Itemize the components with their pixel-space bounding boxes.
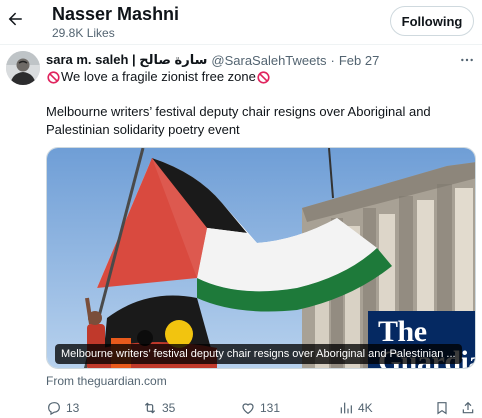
profile-header: Nasser Mashni 29.8K Likes Following [0, 0, 482, 44]
back-arrow-icon [8, 12, 22, 26]
more-button[interactable] [458, 51, 476, 69]
retweet-count: 35 [162, 401, 176, 415]
like-button[interactable]: 131 [240, 399, 280, 417]
author-handle[interactable]: @SaraSalehTweets [211, 53, 326, 68]
following-button[interactable]: Following [390, 6, 474, 36]
bookmark-icon [437, 402, 447, 415]
profile-name: Nasser Mashni [52, 4, 180, 24]
card-caption: Melbourne writers’ festival deputy chair… [55, 344, 462, 364]
retweet-button[interactable]: 35 [142, 399, 175, 417]
no-entry-icon [47, 70, 60, 84]
no-entry-icon [257, 70, 270, 84]
retweet-icon [144, 402, 156, 414]
bookmark-button[interactable] [434, 399, 454, 417]
reply-icon [48, 402, 60, 416]
reply-count: 13 [66, 401, 80, 415]
tweet-first-line-text: We love a fragile zionist free zone [61, 69, 256, 84]
meta-separator: · [330, 52, 335, 68]
views-count: 4K [358, 401, 373, 415]
views-icon [340, 402, 352, 414]
header-divider [0, 44, 482, 45]
avatar[interactable] [6, 51, 40, 85]
guardian-logo-word: The [378, 315, 427, 348]
likes-count: 29.8K Likes [52, 26, 115, 40]
tweet-date[interactable]: Feb 27 [339, 53, 379, 68]
link-card[interactable]: TheGuardian Melbourne writers’ festival … [46, 147, 476, 369]
views-button[interactable]: 4K [338, 399, 373, 417]
tweet-first-line: We love a fragile zionist free zone [46, 68, 271, 86]
like-count: 131 [260, 401, 281, 415]
share-icon [462, 401, 474, 414]
share-button[interactable] [460, 399, 480, 417]
back-button[interactable] [2, 6, 28, 32]
tweet-header: sara m. saleh | سارة صالح @SaraSalehTwee… [46, 51, 436, 69]
more-icon [461, 58, 473, 62]
like-icon [242, 403, 254, 415]
author-name[interactable]: sara m. saleh | سارة صالح [46, 52, 207, 68]
action-bar: 13 35 131 4K [46, 399, 476, 417]
card-source[interactable]: From theguardian.com [46, 374, 167, 388]
reply-button[interactable]: 13 [46, 399, 79, 417]
tweet-text: Melbourne writers’ festival deputy chair… [46, 104, 431, 137]
